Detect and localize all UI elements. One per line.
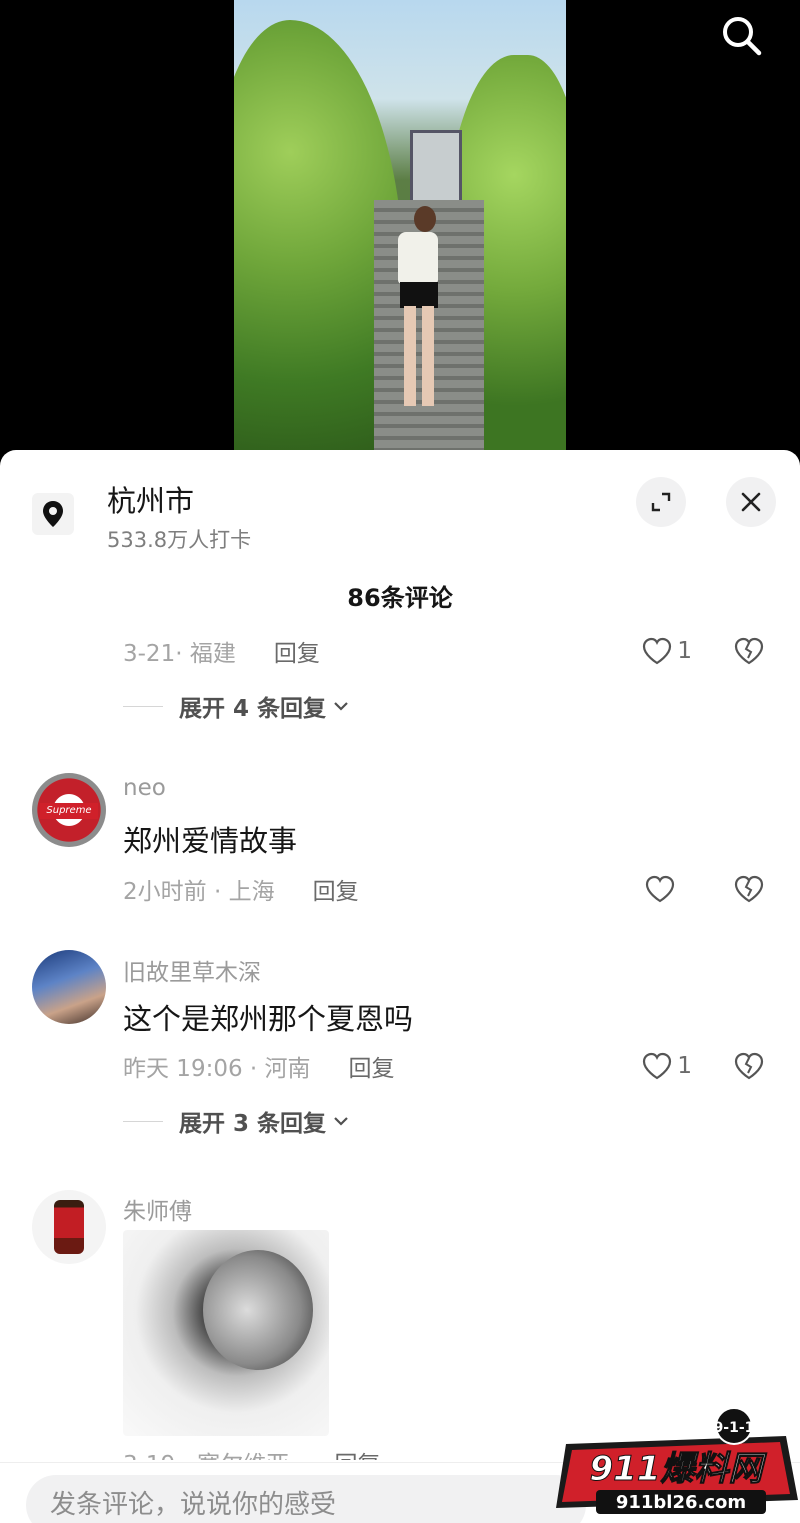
like-count: 1 bbox=[677, 1053, 692, 1079]
expand-divider bbox=[123, 705, 163, 707]
comment-meta-row: 3-21· 福建 回复 1 bbox=[123, 634, 783, 668]
avatar-logo: Supreme bbox=[40, 803, 98, 819]
reply-button[interactable]: 回复 bbox=[313, 872, 359, 906]
reply-button[interactable]: 回复 bbox=[349, 1049, 395, 1083]
comment-username[interactable]: 旧故里草木深 bbox=[123, 953, 261, 987]
dislike-button[interactable] bbox=[733, 872, 765, 906]
broken-heart-icon bbox=[734, 637, 764, 665]
like-button[interactable]: 1 bbox=[641, 634, 692, 668]
watermark-badge: 9-1-1 bbox=[714, 1420, 755, 1436]
comment-text: 郑州爱情故事 bbox=[123, 824, 298, 858]
close-icon bbox=[741, 492, 761, 512]
comment-meta-row: 2小时前 · 上海 回复 bbox=[123, 872, 783, 906]
person-head bbox=[414, 206, 436, 232]
location-checkins: 533.8万人打卡 bbox=[107, 528, 252, 552]
person-top bbox=[398, 232, 438, 284]
avatar[interactable] bbox=[32, 1190, 106, 1264]
location-icon-box bbox=[32, 493, 74, 535]
avatar[interactable] bbox=[32, 950, 106, 1024]
comment-meta: 3-19 · 塞尔维亚 回复 bbox=[123, 1445, 380, 1460]
watermark-graphic: 9-1-1 911爆料网 911bl26.com bbox=[556, 1407, 798, 1514]
location-title[interactable]: 杭州市 bbox=[107, 478, 194, 520]
avatar-jar bbox=[54, 1200, 84, 1254]
video-frame[interactable] bbox=[234, 0, 566, 450]
like-count: 1 bbox=[677, 638, 692, 664]
broken-heart-icon bbox=[734, 875, 764, 903]
chevron-down-icon bbox=[332, 700, 350, 712]
dislike-button[interactable] bbox=[733, 634, 765, 668]
expand-replies-button[interactable]: 展开 3 条回复 bbox=[123, 1104, 350, 1138]
comment-meta-row: 昨天 19:06 · 河南 回复 1 bbox=[123, 1049, 783, 1083]
like-button[interactable] bbox=[644, 872, 692, 906]
comment-image[interactable] bbox=[123, 1230, 329, 1436]
comment-meta: 2小时前 · 上海 bbox=[123, 879, 275, 905]
reply-button[interactable]: 回复 bbox=[334, 1452, 380, 1460]
watermark-url: 911bl26.com bbox=[616, 1492, 746, 1513]
reply-button[interactable]: 回复 bbox=[274, 634, 320, 668]
search-icon bbox=[723, 17, 762, 56]
dislike-button[interactable] bbox=[733, 1049, 765, 1083]
like-button[interactable]: 1 bbox=[641, 1049, 692, 1083]
expand-replies-button[interactable]: 展开 4 条回复 bbox=[123, 689, 350, 723]
location-pin-icon bbox=[43, 501, 63, 527]
heart-icon bbox=[643, 637, 672, 665]
person-shorts bbox=[400, 282, 438, 308]
heart-icon bbox=[643, 1052, 672, 1080]
broken-heart-icon bbox=[734, 1052, 764, 1080]
comment-username[interactable]: 朱师傅 bbox=[123, 1192, 192, 1226]
comments-count-title: 86条评论 bbox=[347, 584, 453, 612]
baby-face bbox=[203, 1250, 313, 1370]
expand-divider bbox=[123, 1120, 163, 1122]
expand-replies-label: 展开 4 条回复 bbox=[179, 696, 327, 722]
comment-input[interactable] bbox=[26, 1475, 586, 1523]
watermark-title: 911爆料网 bbox=[590, 1449, 768, 1489]
person-legs bbox=[404, 306, 434, 406]
watermark-logo: 9-1-1 911爆料网 911bl26.com bbox=[548, 1404, 800, 1523]
expand-button[interactable] bbox=[636, 477, 686, 527]
comments-sheet: 杭州市 533.8万人打卡 86条评论 3-21· 福建 回复 1 展开 4 条… bbox=[0, 450, 800, 1523]
comment-text: 这个是郑州那个夏恩吗 bbox=[123, 1002, 414, 1036]
location-row[interactable]: 杭州市 533.8万人打卡 bbox=[0, 450, 800, 560]
close-button[interactable] bbox=[726, 477, 776, 527]
comment-meta: 3-21· 福建 bbox=[123, 641, 236, 667]
chevron-down-icon bbox=[332, 1115, 350, 1127]
expand-replies-label: 展开 3 条回复 bbox=[179, 1111, 327, 1137]
heart-icon bbox=[645, 875, 675, 903]
gate bbox=[410, 130, 462, 210]
expand-icon bbox=[651, 492, 671, 512]
video-player[interactable] bbox=[0, 0, 800, 470]
comment-meta: 昨天 19:06 · 河南 bbox=[123, 1056, 311, 1082]
comment-username[interactable]: neo bbox=[123, 775, 166, 801]
comment-list[interactable]: 3-21· 福建 回复 1 展开 4 条回复 Supreme neo 郑州爱情故… bbox=[0, 620, 800, 1460]
search-button[interactable] bbox=[718, 12, 766, 60]
avatar[interactable]: Supreme bbox=[32, 773, 106, 847]
